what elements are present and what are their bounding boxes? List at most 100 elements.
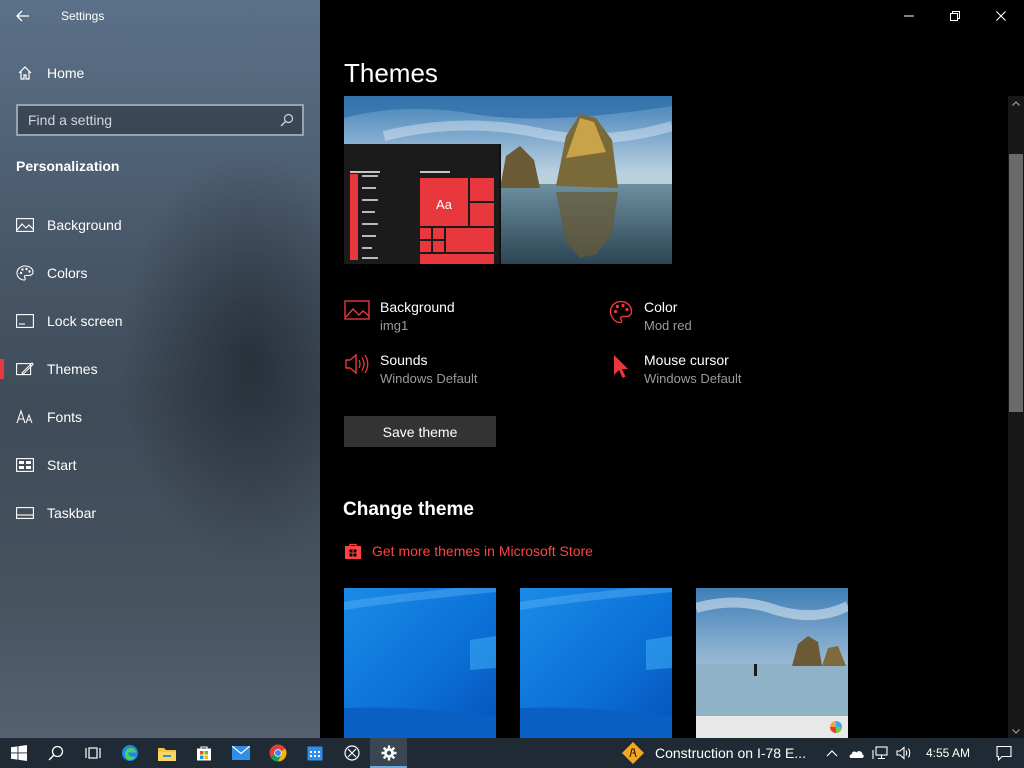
minimize-button[interactable]: [886, 0, 932, 32]
scroll-down-button[interactable]: [1008, 724, 1024, 738]
theme-thumbnail[interactable]: [520, 588, 672, 738]
gear-icon: [381, 745, 396, 761]
prop-name: Background: [380, 299, 455, 315]
restore-icon: [950, 11, 960, 21]
home-icon: [18, 66, 32, 80]
chrome-app-button[interactable]: [259, 738, 296, 768]
minimize-icon: [904, 15, 914, 17]
file-explorer-button[interactable]: [148, 738, 185, 768]
clock[interactable]: 4:55 AM: [926, 746, 970, 760]
search-input[interactable]: [18, 106, 280, 134]
window-controls: [886, 0, 1024, 32]
edge-app-button[interactable]: [111, 738, 148, 768]
sidebar-item-lock-screen[interactable]: Lock screen: [0, 297, 320, 345]
speaker-icon: [344, 353, 370, 379]
prop-name: Mouse cursor: [644, 352, 729, 368]
preview-tile-text: Aa: [436, 197, 452, 212]
settings-app-button[interactable]: [370, 738, 407, 768]
microsoft-store-link[interactable]: Get more themes in Microsoft Store: [344, 542, 593, 560]
themes-icon: [16, 360, 34, 378]
windows-blue-wallpaper: [520, 588, 672, 738]
theme-sounds-setting[interactable]: Sounds Windows Default: [344, 351, 604, 395]
sidebar-item-label: Fonts: [47, 409, 83, 425]
mail-icon: [231, 746, 250, 760]
home-label: Home: [47, 65, 85, 81]
section-title: Personalization: [16, 158, 120, 174]
sidebar-item-colors[interactable]: Colors: [0, 249, 320, 297]
sidebar-item-label: Themes: [47, 361, 98, 377]
settings-sidebar: Settings Home Personalization Background…: [0, 0, 320, 738]
home-nav-item[interactable]: Home: [0, 56, 320, 90]
lock-screen-icon: [16, 312, 34, 330]
sidebar-item-taskbar[interactable]: Taskbar: [0, 489, 320, 537]
search-icon: [47, 745, 63, 761]
beach-wallpaper: [696, 588, 848, 738]
themes-page: Themes Aa Background img1 Color Mod red …: [320, 0, 1024, 738]
back-button[interactable]: [0, 0, 46, 32]
mail-app-button[interactable]: [222, 738, 259, 768]
taskbar-icon: [16, 504, 34, 522]
store-link-label: Get more themes in Microsoft Store: [372, 543, 593, 559]
theme-background-setting[interactable]: Background img1: [344, 298, 604, 342]
scroll-thumb[interactable]: [1009, 154, 1023, 412]
sidebar-item-fonts[interactable]: Fonts: [0, 393, 320, 441]
change-theme-heading: Change theme: [343, 499, 474, 520]
show-hidden-icons-button[interactable]: [820, 738, 844, 768]
scroll-up-button[interactable]: [1008, 96, 1024, 110]
xbox-icon: [343, 745, 360, 761]
theme-cursor-setting[interactable]: Mouse cursor Windows Default: [608, 351, 868, 395]
theme-thumbnail[interactable]: [344, 588, 496, 738]
prop-name: Color: [644, 299, 678, 315]
edge-icon: [121, 745, 138, 761]
windows-blue-wallpaper: [344, 588, 496, 738]
theme-color-setting[interactable]: Color Mod red: [608, 298, 868, 342]
page-scrollbar[interactable]: [1008, 96, 1024, 738]
back-arrow-icon: [16, 10, 29, 22]
sidebar-item-start[interactable]: Start: [0, 441, 320, 489]
news-headline: Construction on I-78 E...: [655, 745, 806, 761]
xbox-app-button[interactable]: [333, 738, 370, 768]
network-button[interactable]: [868, 738, 892, 768]
notification-icon: [996, 745, 1012, 761]
close-button[interactable]: [978, 0, 1024, 32]
action-center-button[interactable]: [984, 738, 1024, 768]
start-button[interactable]: [0, 738, 37, 768]
calendar-app-button[interactable]: [296, 738, 333, 768]
taskbar-search-button[interactable]: [37, 738, 74, 768]
sidebar-item-label: Background: [47, 217, 122, 233]
restore-button[interactable]: [932, 0, 978, 32]
palette-icon: [16, 264, 34, 282]
volume-button[interactable]: [892, 738, 916, 768]
window-title: Settings: [61, 9, 105, 23]
onedrive-button[interactable]: [844, 738, 868, 768]
sidebar-item-themes[interactable]: Themes: [0, 345, 320, 393]
chevron-up-icon: [1012, 100, 1020, 106]
personalization-nav: Background Colors Lock screen Themes Fon…: [0, 201, 320, 537]
theme-thumbnail[interactable]: [696, 588, 848, 738]
sidebar-item-background[interactable]: Background: [0, 201, 320, 249]
prop-value: Windows Default: [644, 371, 742, 386]
title-bar: Settings: [0, 0, 320, 32]
search-icon[interactable]: [280, 113, 294, 127]
start-icon: [16, 456, 34, 474]
page-title: Themes: [344, 58, 438, 88]
chevron-up-icon: [826, 750, 838, 757]
prop-value: Mod red: [644, 318, 692, 333]
network-icon: [872, 746, 888, 760]
windows-logo-icon: [10, 745, 27, 761]
folder-icon: [157, 747, 176, 761]
traffic-warning-icon: [622, 742, 644, 764]
image-icon: [16, 216, 34, 234]
store-app-button[interactable]: [185, 738, 222, 768]
task-view-button[interactable]: [74, 738, 111, 768]
cursor-icon: [608, 353, 634, 379]
prop-value: Windows Default: [380, 371, 478, 386]
fonts-icon: [16, 408, 34, 426]
search-box[interactable]: [16, 104, 304, 136]
chevron-down-icon: [1012, 728, 1020, 734]
palette-icon: [608, 300, 634, 326]
cloud-icon: [849, 751, 864, 758]
close-icon: [996, 11, 1006, 21]
save-theme-button[interactable]: Save theme: [344, 416, 496, 447]
news-widget[interactable]: Construction on I-78 E...: [621, 741, 806, 765]
